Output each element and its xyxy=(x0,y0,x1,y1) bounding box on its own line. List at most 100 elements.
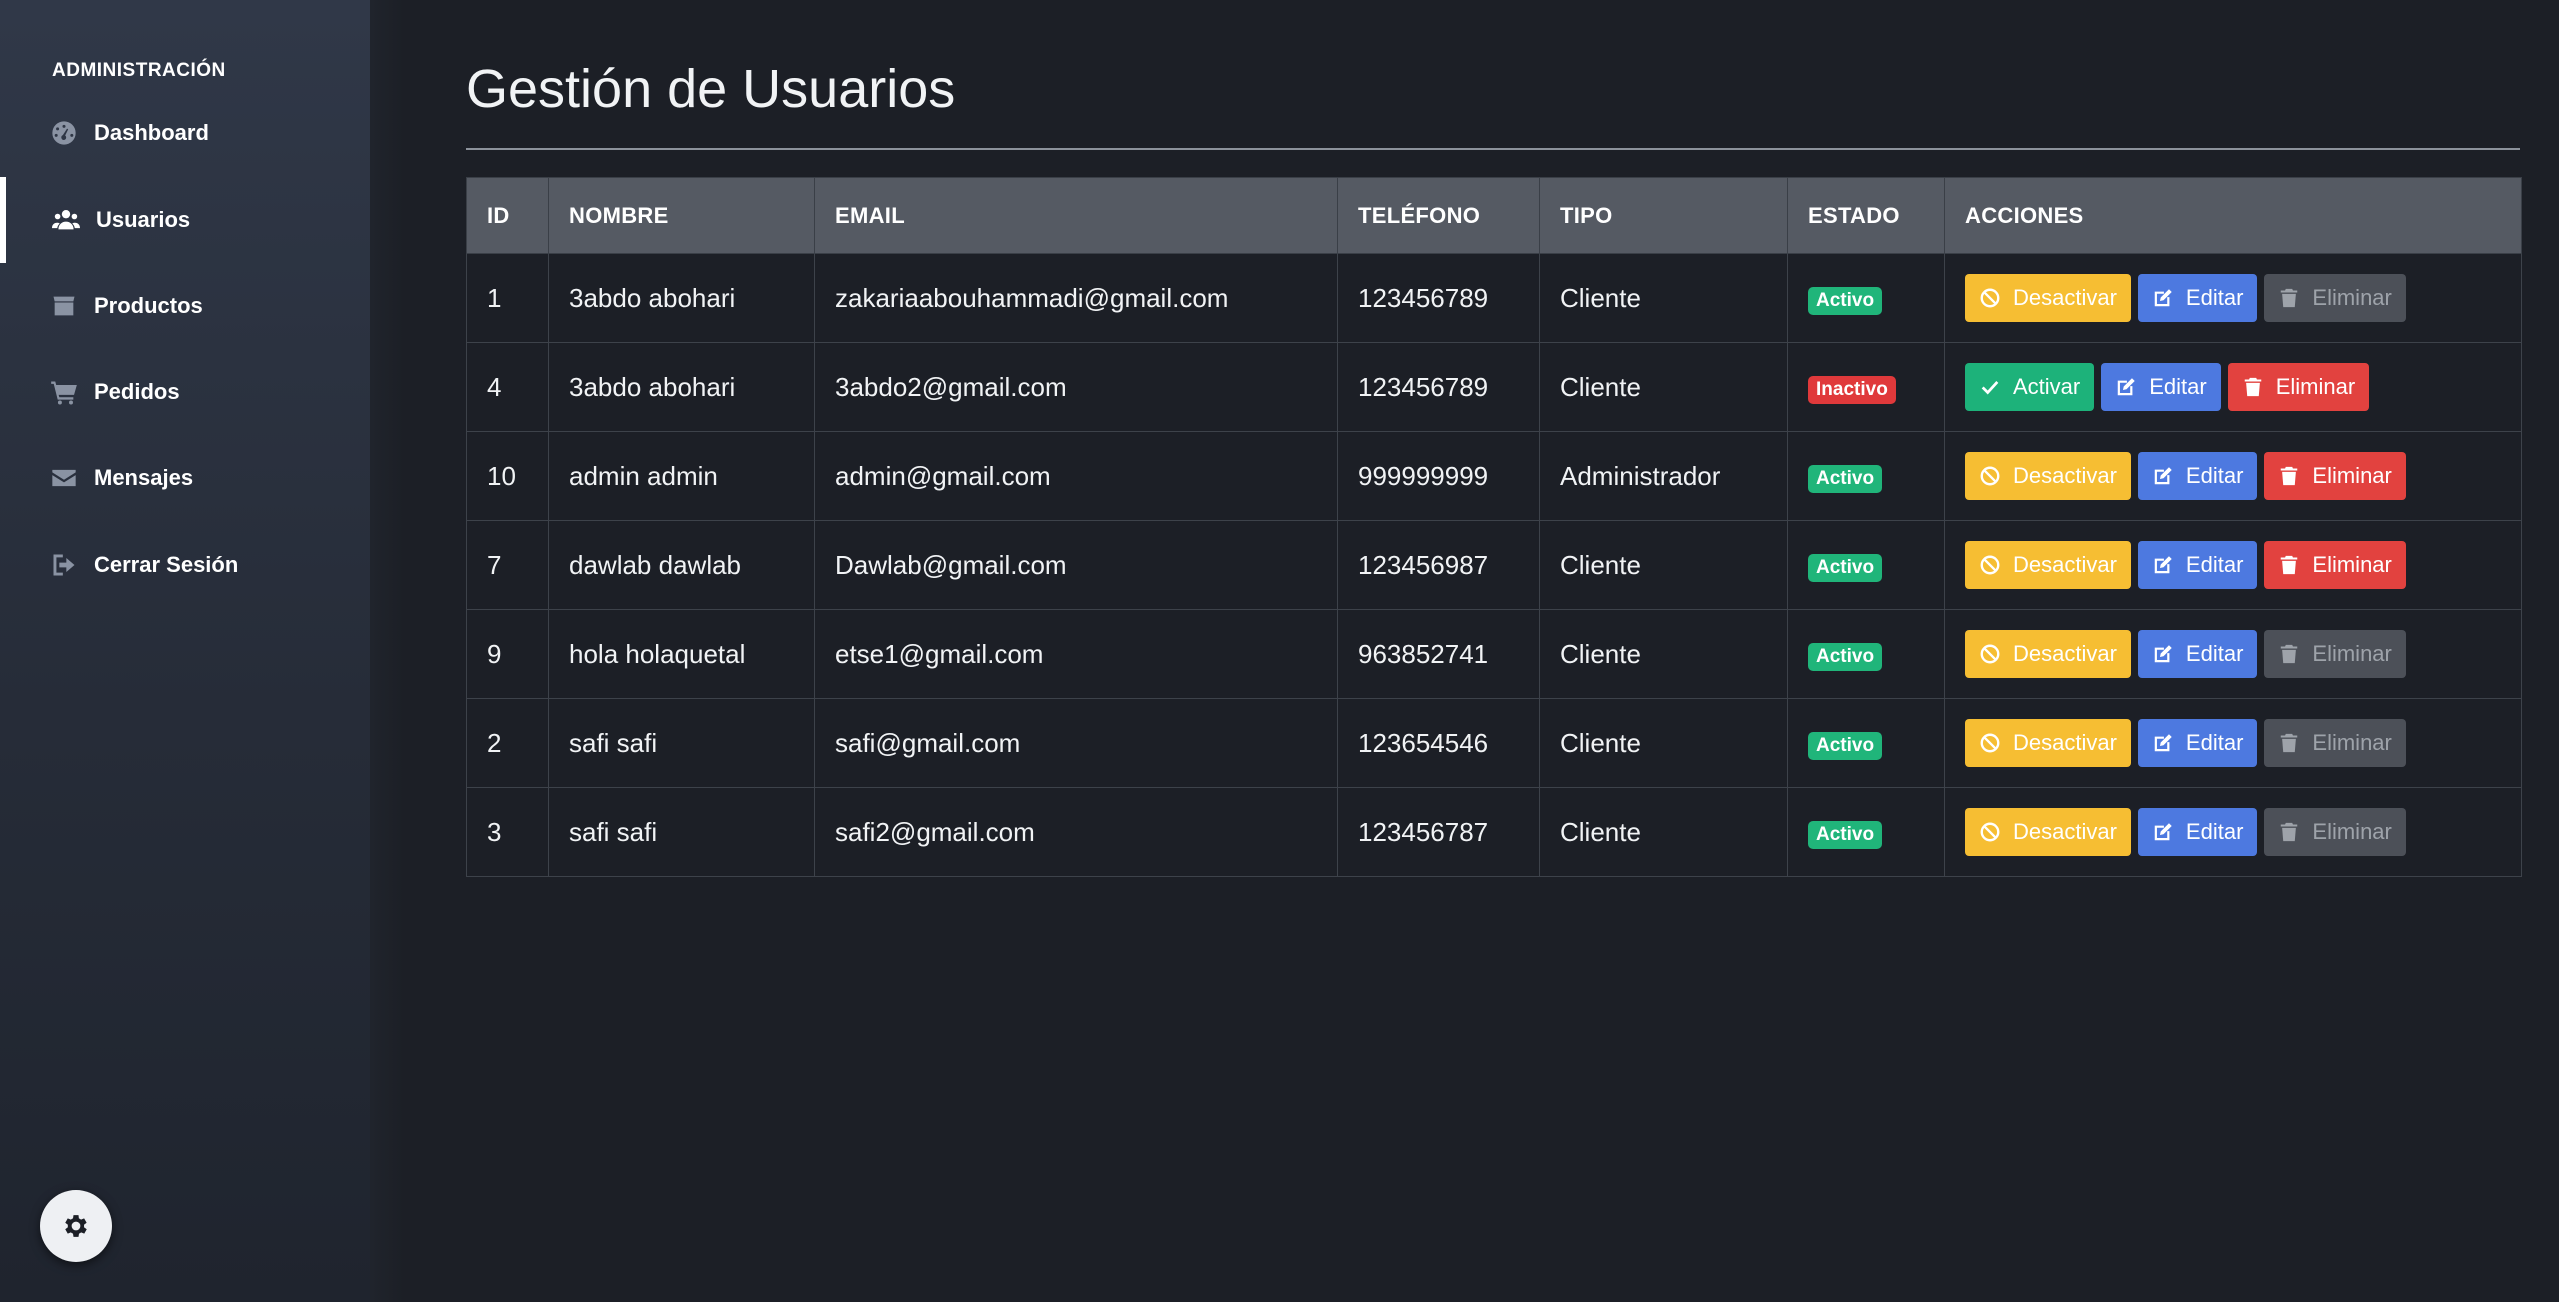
cell-acciones: Desactivar Editar Eliminar xyxy=(1944,698,2522,788)
cell-tipo: Administrador xyxy=(1539,431,1788,521)
sidebar-item-label: Pedidos xyxy=(94,379,180,404)
column-header-nombre[interactable]: NOMBRE xyxy=(548,177,815,254)
edit-icon xyxy=(2154,556,2172,574)
column-header-tipo[interactable]: TIPO xyxy=(1539,177,1788,254)
column-header-telefono[interactable]: TELÉFONO xyxy=(1337,177,1540,254)
status-badge: Activo xyxy=(1808,286,1883,315)
cell-telefono: 963852741 xyxy=(1337,609,1540,699)
users-table: ID NOMBRE EMAIL TELÉFONO TIPO ESTADO ACC… xyxy=(466,177,2522,877)
cell-acciones: Activar Editar Eliminar xyxy=(1944,342,2522,432)
edit-button[interactable]: Editar xyxy=(2137,452,2258,500)
logout-icon xyxy=(50,551,78,579)
status-badge: Activo xyxy=(1808,642,1883,671)
table-row: 7 dawlab dawlab Dawlab@gmail.com 1234569… xyxy=(466,520,2522,610)
table-row: 3 safi safi safi2@gmail.com 123456787 Cl… xyxy=(466,787,2522,877)
sidebar-item-mensajes[interactable]: Mensajes xyxy=(0,435,370,521)
cell-estado: Activo xyxy=(1787,609,1945,699)
edit-button[interactable]: Editar xyxy=(2137,541,2258,589)
check-icon xyxy=(1981,381,1999,395)
cell-id: 4 xyxy=(466,342,549,432)
column-header-email[interactable]: EMAIL xyxy=(814,177,1338,254)
envelope-icon xyxy=(50,464,78,492)
delete-button[interactable]: Eliminar xyxy=(2227,363,2370,411)
delete-button[interactable]: Eliminar xyxy=(2264,719,2406,767)
status-badge: Activo xyxy=(1808,464,1883,493)
cell-telefono: 999999999 xyxy=(1337,431,1540,521)
cell-nombre: safi safi xyxy=(548,698,815,788)
edit-button[interactable]: Editar xyxy=(2137,274,2258,322)
cell-id: 10 xyxy=(466,431,549,521)
sidebar-item-productos[interactable]: Productos xyxy=(0,263,370,349)
cell-acciones: Desactivar Editar Eliminar xyxy=(1944,431,2522,521)
cell-id: 9 xyxy=(466,609,549,699)
trash-icon xyxy=(2281,644,2298,664)
status-badge: Inactivo xyxy=(1808,375,1896,404)
trash-icon xyxy=(2244,377,2261,397)
delete-button[interactable]: Eliminar xyxy=(2264,274,2406,322)
sidebar-item-dashboard[interactable]: Dashboard xyxy=(0,90,370,176)
delete-button[interactable]: Eliminar xyxy=(2264,452,2406,500)
users-icon xyxy=(52,206,80,234)
edit-button[interactable]: Editar xyxy=(2137,719,2258,767)
table-row: 9 hola holaquetal etse1@gmail.com 963852… xyxy=(466,609,2522,699)
toggle-status-button[interactable]: Activar xyxy=(1965,363,2095,411)
delete-button[interactable]: Eliminar xyxy=(2264,808,2406,856)
ban-icon xyxy=(1980,822,2000,842)
edit-icon xyxy=(2154,289,2172,307)
table-body: 1 3abdo abohari zakariaabouhammadi@gmail… xyxy=(466,253,2522,877)
cell-estado: Activo xyxy=(1787,253,1945,343)
cell-tipo: Cliente xyxy=(1539,698,1788,788)
cell-tipo: Cliente xyxy=(1539,787,1788,877)
ban-icon xyxy=(1980,733,2000,753)
delete-button[interactable]: Eliminar xyxy=(2264,630,2406,678)
cell-email: etse1@gmail.com xyxy=(814,609,1338,699)
ban-icon xyxy=(1980,555,2000,575)
cell-estado: Activo xyxy=(1787,698,1945,788)
cell-acciones: Desactivar Editar Eliminar xyxy=(1944,609,2522,699)
toggle-status-button[interactable]: Desactivar xyxy=(1965,808,2131,856)
edit-icon xyxy=(2118,378,2135,396)
cell-email: safi@gmail.com xyxy=(814,698,1338,788)
column-header-acciones: ACCIONES xyxy=(1944,177,2522,254)
sidebar-item-label: Cerrar Sesión xyxy=(94,552,239,577)
cell-id: 7 xyxy=(466,520,549,610)
table-row: 1 3abdo abohari zakariaabouhammadi@gmail… xyxy=(466,253,2522,343)
sidebar-item-pedidos[interactable]: Pedidos xyxy=(0,349,370,435)
trash-icon xyxy=(2281,288,2298,308)
cell-email: admin@gmail.com xyxy=(814,431,1338,521)
edit-icon xyxy=(2154,645,2172,663)
sidebar-item-label: Usuarios xyxy=(96,207,191,232)
edit-button[interactable]: Editar xyxy=(2137,808,2258,856)
cell-nombre: 3abdo abohari xyxy=(548,253,815,343)
column-header-id[interactable]: ID xyxy=(466,177,549,254)
row-actions: Desactivar Editar Eliminar xyxy=(1965,452,2521,500)
cell-estado: Activo xyxy=(1787,520,1945,610)
toggle-status-button[interactable]: Desactivar xyxy=(1965,541,2131,589)
gear-icon xyxy=(61,1211,91,1241)
ban-icon xyxy=(1980,288,2000,308)
sidebar-item-usuarios[interactable]: Usuarios xyxy=(0,177,376,263)
status-badge: Activo xyxy=(1808,731,1883,760)
box-icon xyxy=(50,292,78,320)
cell-nombre: safi safi xyxy=(548,787,815,877)
cell-tipo: Cliente xyxy=(1539,342,1788,432)
page-title: Gestión de Usuarios xyxy=(466,59,956,119)
table-row: 4 3abdo abohari 3abdo2@gmail.com 1234567… xyxy=(466,342,2522,432)
toggle-status-button[interactable]: Desactivar xyxy=(1965,630,2131,678)
delete-button[interactable]: Eliminar xyxy=(2264,541,2406,589)
sidebar: ADMINISTRACIÓN Dashboard Usuarios Produc… xyxy=(0,0,370,1302)
settings-button[interactable] xyxy=(40,1190,112,1262)
edit-button[interactable]: Editar xyxy=(2101,363,2221,411)
trash-icon xyxy=(2281,822,2298,842)
toggle-status-button[interactable]: Desactivar xyxy=(1965,274,2131,322)
sidebar-item-cerrar-sesion[interactable]: Cerrar Sesión xyxy=(0,522,370,608)
cell-id: 1 xyxy=(466,253,549,343)
toggle-status-button[interactable]: Desactivar xyxy=(1965,719,2131,767)
row-actions: Desactivar Editar Eliminar xyxy=(1965,541,2521,589)
column-header-estado[interactable]: ESTADO xyxy=(1787,177,1945,254)
toggle-status-button[interactable]: Desactivar xyxy=(1965,452,2131,500)
table-row: 2 safi safi safi@gmail.com 123654546 Cli… xyxy=(466,698,2522,788)
cell-acciones: Desactivar Editar Eliminar xyxy=(1944,253,2522,343)
edit-button[interactable]: Editar xyxy=(2137,630,2258,678)
edit-icon xyxy=(2154,734,2172,752)
